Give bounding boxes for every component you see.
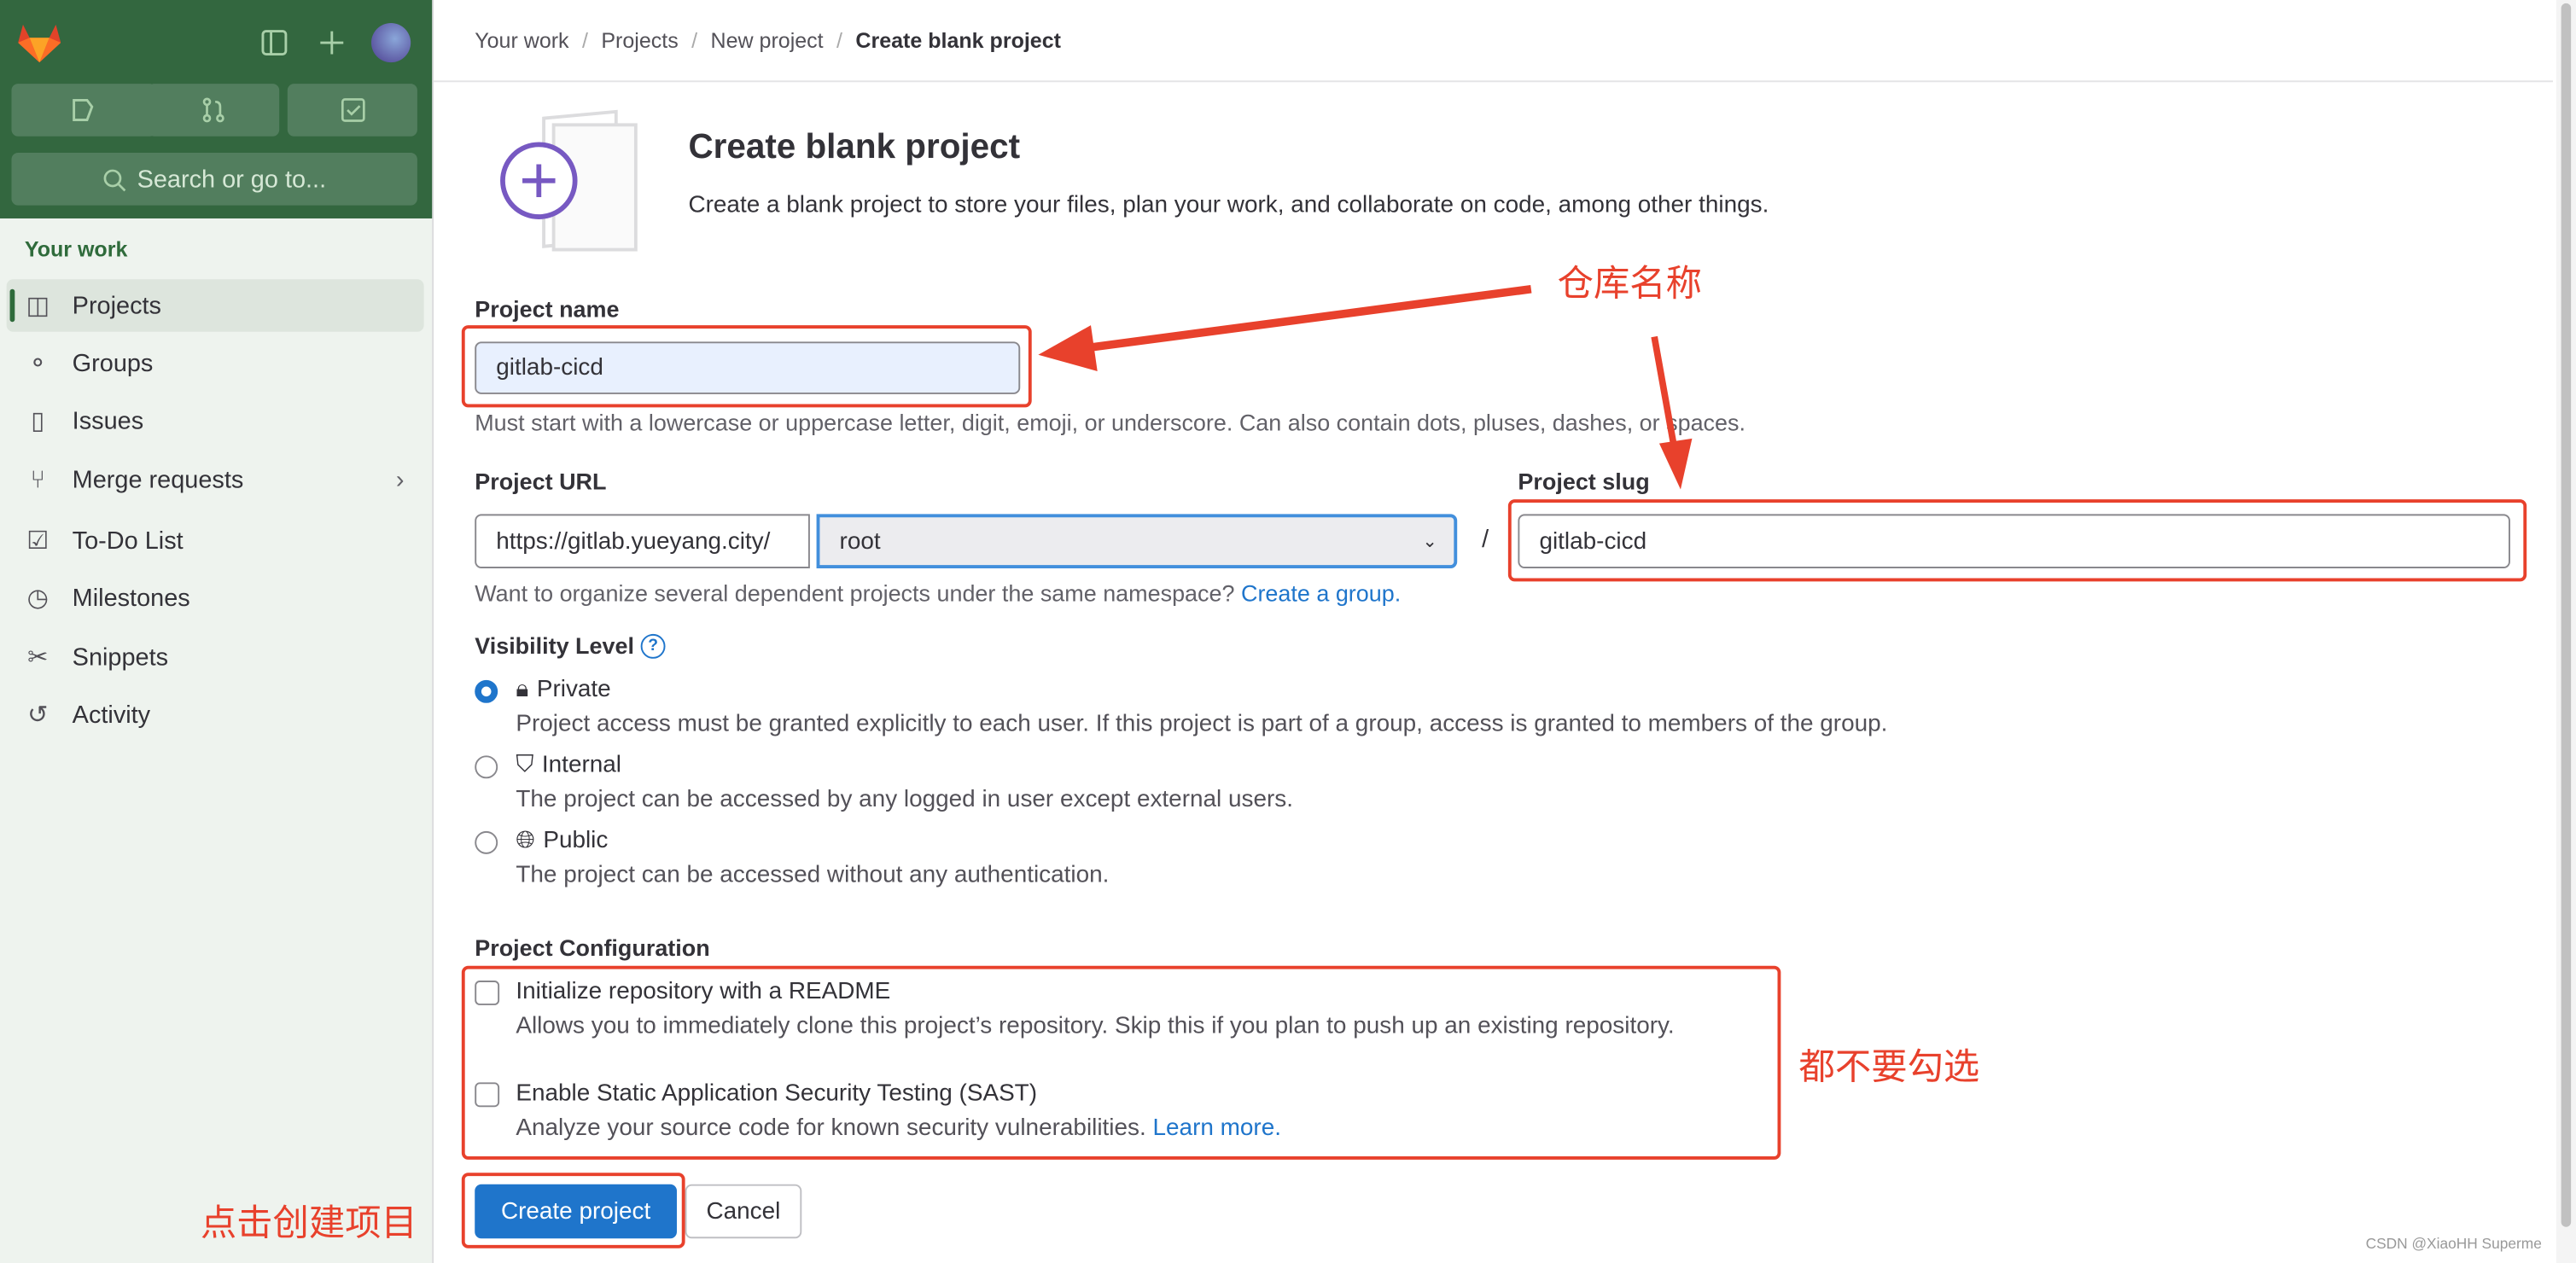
scrollbar[interactable] xyxy=(2556,0,2576,1263)
watermark: CSDN @XiaoHH Superme xyxy=(2365,1235,2542,1252)
annotation-arrows-icon xyxy=(1038,284,1693,490)
annotation-no-check: 都不要勾选 xyxy=(1798,1047,1980,1090)
scrollbar-thumb[interactable] xyxy=(2561,3,2572,1227)
annotation-repo-name: 仓库名称 xyxy=(1557,264,1703,306)
annotation-click-create: 点击创建项目 xyxy=(200,1203,417,1245)
